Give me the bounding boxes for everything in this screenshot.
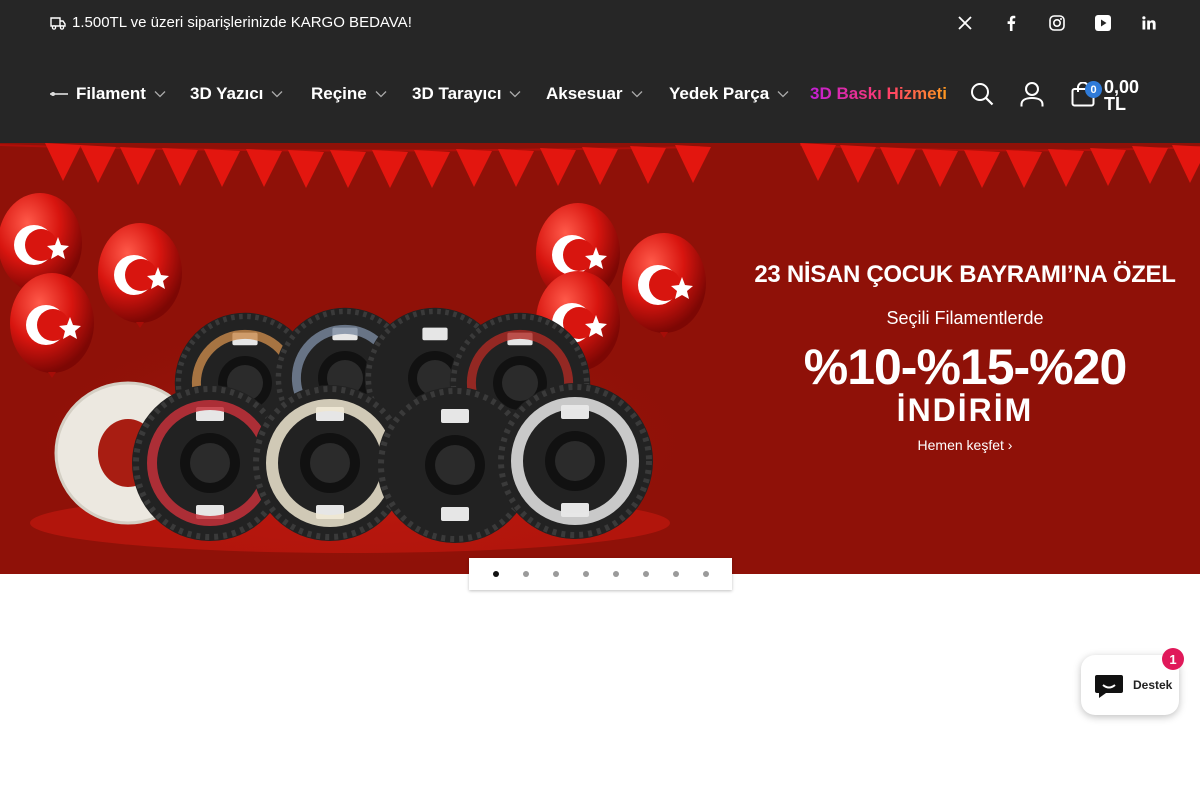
slider-dot[interactable]: [702, 571, 709, 577]
cart-total[interactable]: 0,00 TL: [1104, 78, 1148, 113]
nav-label: Reçine: [311, 84, 367, 103]
announcement-text: 1.500TL ve üzeri siparişlerinizde KARGO …: [72, 14, 412, 31]
slider-dot[interactable]: [642, 571, 649, 577]
hero-text: 23 NİSAN ÇOCUK BAYRAMI’NA ÖZEL Seçili Fi…: [730, 261, 1200, 455]
nav-label: Aksesuar: [546, 84, 623, 103]
nav-label: Yedek Parça: [669, 84, 770, 103]
chevron-down-icon: [510, 91, 521, 98]
chevron-down-icon: [154, 91, 166, 98]
nav-item-filament[interactable]: Filament: [50, 84, 166, 104]
hero-subtitle: Seçili Filamentlerde: [886, 308, 1044, 328]
nav-item-aksesuar[interactable]: Aksesuar: [546, 84, 643, 104]
nav-item-3d-tarayici[interactable]: 3D Tarayıcı: [412, 84, 521, 104]
chevron-down-icon: [631, 91, 643, 98]
facebook-icon[interactable]: [1000, 12, 1022, 34]
slider-dot[interactable]: [492, 571, 499, 577]
slider-dot[interactable]: [582, 571, 589, 577]
hero-banner[interactable]: 23 NİSAN ÇOCUK BAYRAMI’NA ÖZEL Seçili Fi…: [0, 143, 1200, 574]
truck-icon: [50, 16, 66, 30]
chevron-down-icon: [375, 91, 387, 98]
slider-dot[interactable]: [612, 571, 619, 577]
announcement-bar: 1.500TL ve üzeri siparişlerinizde KARGO …: [0, 0, 1200, 48]
hero-discount: İNDİRİM: [896, 392, 1034, 428]
chat-notification-badge: 1: [1162, 648, 1184, 670]
chat-label: Destek: [1133, 678, 1173, 692]
hero-title: 23 NİSAN ÇOCUK BAYRAMI’NA ÖZEL: [754, 261, 1176, 288]
nav-item-recine[interactable]: Reçine: [311, 84, 387, 104]
nav-label: 3D Baskı Hizmeti: [810, 84, 947, 103]
slider-dots: [469, 558, 732, 590]
nav-item-3d-baski-hizmeti[interactable]: 3D Baskı Hizmeti: [810, 84, 947, 104]
chevron-down-icon: [271, 91, 283, 98]
cart-count-badge: 0: [1085, 81, 1102, 98]
slider-dot[interactable]: [522, 571, 529, 577]
nav-label: 3D Yazıcı: [190, 84, 264, 103]
nav-label: Filament: [76, 84, 146, 103]
x-icon[interactable]: [954, 12, 976, 34]
main-nav: Filament 3D Yazıcı Reçine 3D Tarayıcı Ak…: [0, 48, 1200, 143]
filament-icon: [50, 92, 68, 96]
chat-bubble-icon: [1095, 675, 1123, 698]
hero-cta-link[interactable]: Hemen keşfet ›: [918, 437, 1013, 453]
nav-item-3d-yazici[interactable]: 3D Yazıcı: [190, 84, 283, 104]
chevron-down-icon: [777, 91, 789, 98]
linkedin-icon[interactable]: [1138, 12, 1160, 34]
hero-percent: %10-%15-%20: [803, 339, 1128, 395]
youtube-icon[interactable]: [1092, 12, 1114, 34]
search-icon[interactable]: [970, 82, 994, 106]
nav-item-yedek-parca[interactable]: Yedek Parça: [669, 84, 789, 104]
account-icon[interactable]: [1020, 82, 1044, 107]
slider-dot[interactable]: [672, 571, 679, 577]
instagram-icon[interactable]: [1046, 12, 1068, 34]
slider-dot[interactable]: [552, 571, 559, 577]
nav-label: 3D Tarayıcı: [412, 84, 502, 103]
social-links: [930, 12, 1160, 34]
announcement: 1.500TL ve üzeri siparişlerinizde KARGO …: [50, 14, 412, 31]
